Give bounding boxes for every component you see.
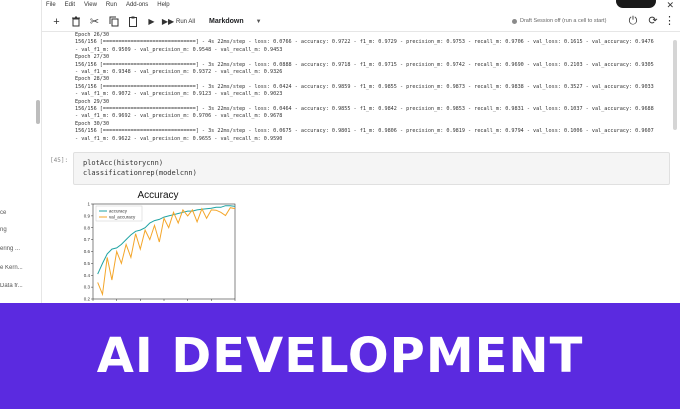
- log-line: - val_f1_m: 0.9692 - val_precision_m: 0.…: [75, 113, 283, 120]
- sidebar-scrollbar[interactable]: [36, 100, 40, 124]
- log-line: - val_f1_m: 0.9072 - val_precision_m: 0.…: [75, 91, 283, 98]
- log-line: 156/156 [==============================]…: [75, 39, 654, 46]
- y-tick-label: 0.9: [84, 213, 91, 218]
- sidebar-item[interactable]: ng: [0, 227, 41, 233]
- code-line: classificationrep(modelcnn): [83, 169, 197, 177]
- sidebar-item[interactable]: Data fr...: [0, 283, 41, 289]
- cut-icon[interactable]: ✂: [86, 13, 103, 30]
- log-line: - val_f1_m: 0.9622 - val_precision_m: 0.…: [75, 135, 283, 142]
- legend-label: val_accuracy: [109, 215, 136, 220]
- delete-icon[interactable]: [67, 13, 84, 30]
- log-line: Epoch 27/30: [75, 54, 110, 61]
- y-tick-label: 0.3: [84, 285, 91, 290]
- y-tick-label: 0.4: [84, 273, 91, 278]
- chart-title: Accuracy: [137, 190, 178, 201]
- log-line: - val_f1_m: 0.9348 - val_precision_m: 0.…: [75, 69, 283, 76]
- y-tick-label: 0.8: [84, 225, 91, 230]
- sidebar-item[interactable]: ce: [0, 210, 41, 216]
- promo-banner: AI DEVELOPMENT: [0, 303, 680, 409]
- log-line: 156/156 [==============================]…: [75, 83, 654, 90]
- notebook-scrollbar[interactable]: [673, 40, 677, 130]
- log-line: Epoch 26/30: [75, 32, 110, 38]
- menu-edit[interactable]: Edit: [65, 0, 75, 10]
- menu-file[interactable]: File: [46, 0, 56, 10]
- run-icon[interactable]: ▶: [143, 13, 160, 30]
- accuracy-chart: Accuracy 0.2 0.3 0.4 0.5 0.6 0.7 0.8 0.9 1 accura…: [84, 190, 236, 302]
- code-cell[interactable]: plotAcc(historycnn) classificationrep(mo…: [73, 152, 670, 185]
- menu-view[interactable]: View: [84, 0, 97, 10]
- banner-title: AI DEVELOPMENT: [96, 328, 584, 384]
- log-line: Epoch 28/30: [75, 76, 110, 83]
- log-line: Epoch 30/30: [75, 120, 110, 127]
- cell-execution-count: [45]:: [50, 157, 69, 164]
- sidebar-item[interactable]: ering ...: [0, 246, 41, 252]
- add-cell-icon[interactable]: +: [48, 13, 65, 30]
- cell-type-select[interactable]: Markdown ▼: [205, 16, 266, 27]
- run-all-button[interactable]: Run All: [176, 19, 195, 25]
- sidebar-item[interactable]: e Kern...: [0, 265, 41, 271]
- y-tick-label: 1: [87, 202, 90, 207]
- paste-icon[interactable]: [124, 13, 141, 30]
- menu-run[interactable]: Run: [106, 0, 117, 10]
- save-version-button[interactable]: [616, 0, 656, 8]
- power-icon[interactable]: ⏻: [626, 14, 640, 28]
- chevron-down-icon: ▼: [255, 18, 262, 25]
- toolbar: + ✂ ▶ ▶▶ Run All Markdown ▼ Draft Sessio…: [42, 12, 680, 32]
- menu-add-ons[interactable]: Add-ons: [126, 0, 148, 10]
- close-icon[interactable]: ✕: [666, 0, 674, 10]
- training-output-log: Epoch 26/30 156/156 [====================…: [75, 32, 680, 143]
- y-tick-label: 0.7: [84, 237, 91, 242]
- log-line: Epoch 29/30: [75, 98, 110, 105]
- legend-label: accuracy: [109, 209, 128, 214]
- fast-forward-icon[interactable]: ▶▶: [162, 13, 174, 30]
- log-line: 156/156 [==============================]…: [75, 106, 654, 113]
- code-line: plotAcc(historycnn): [83, 159, 164, 167]
- menu-bar: File Edit View Run Add-ons Help: [42, 0, 680, 10]
- y-tick-label: 0.6: [84, 249, 91, 254]
- log-line: - val_f1_m: 0.9509 - val_precision_m: 0.…: [75, 46, 283, 53]
- y-tick-label: 0.2: [84, 297, 91, 302]
- more-options-icon[interactable]: ⋮: [664, 14, 675, 28]
- menu-help[interactable]: Help: [157, 0, 169, 10]
- session-status: Draft Session off (run a cell to start): [512, 18, 606, 24]
- left-sidebar: ce ng ering ... e Kern... Data fr...: [0, 0, 42, 305]
- log-line: 156/156 [==============================]…: [75, 128, 654, 135]
- status-dot-icon: [512, 18, 517, 24]
- y-tick-label: 0.5: [84, 261, 91, 266]
- cell-type-value: Markdown: [209, 18, 244, 25]
- copy-icon[interactable]: [105, 13, 122, 30]
- settings-icon[interactable]: ⟳: [646, 14, 660, 28]
- session-status-text: Draft Session off (run a cell to start): [520, 18, 607, 24]
- log-line: 156/156 [==============================]…: [75, 61, 654, 68]
